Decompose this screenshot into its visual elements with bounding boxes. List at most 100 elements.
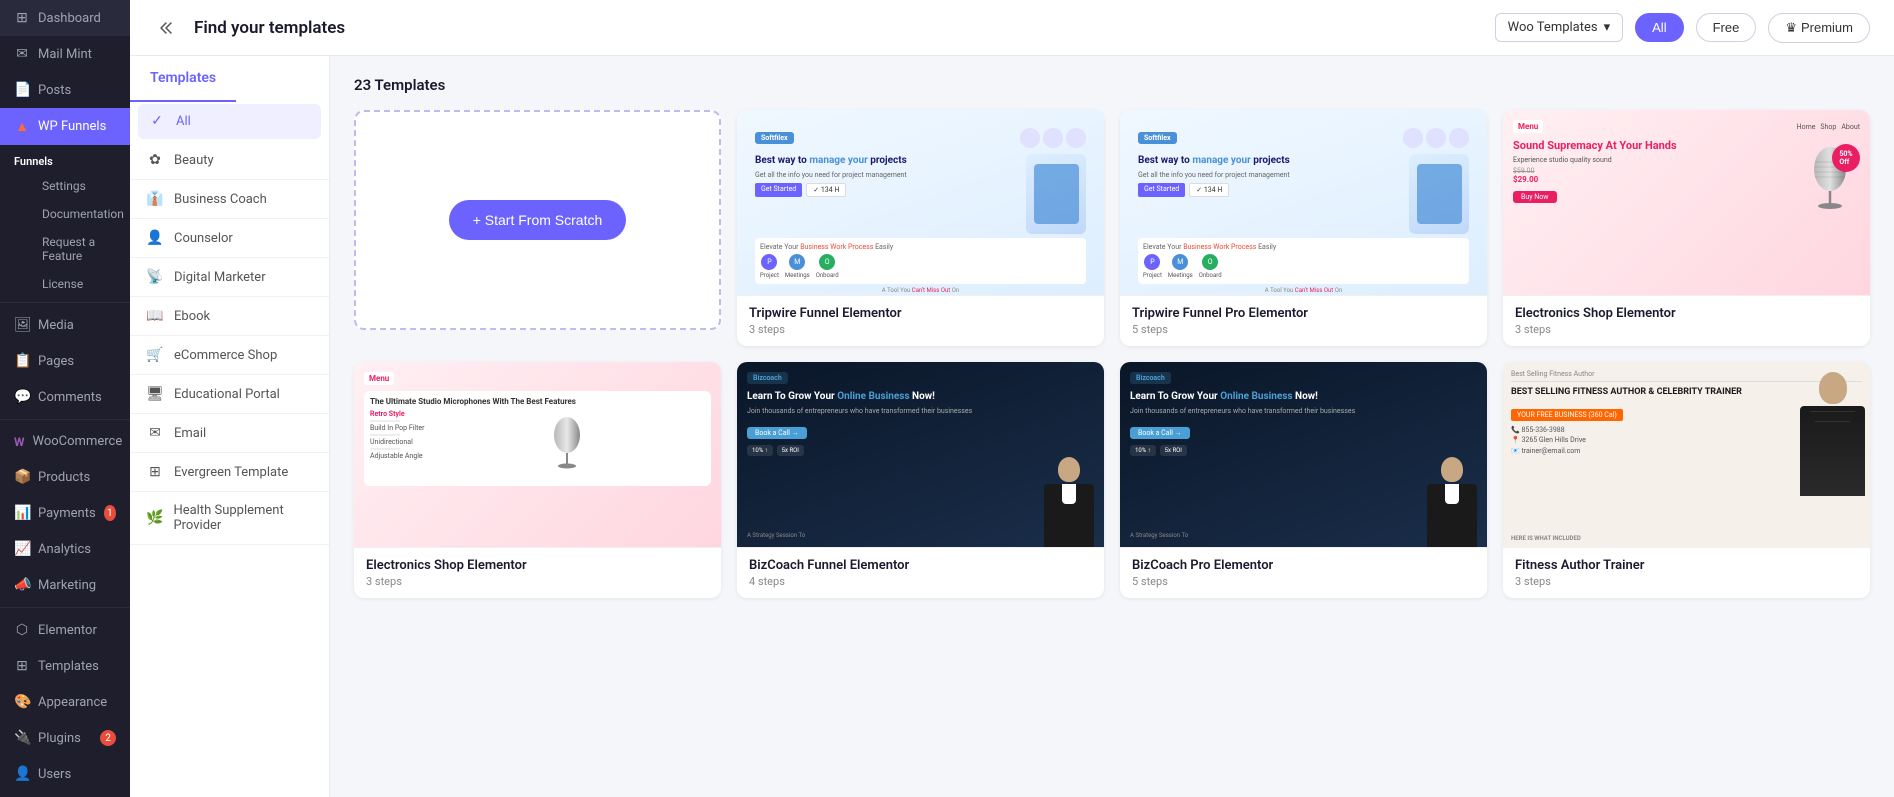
- category-label: Health Supplement Provider: [173, 503, 313, 533]
- sidebar-toggle-button[interactable]: [154, 14, 182, 42]
- sidebar-item-templates[interactable]: ⊞ Templates: [0, 648, 130, 684]
- sidebar-item-products[interactable]: 📦 Products: [0, 459, 130, 495]
- sidebar-item-analytics[interactable]: 📈 Analytics: [0, 531, 130, 567]
- appearance-icon: 🎨: [14, 694, 30, 710]
- divider3: [0, 607, 130, 608]
- template-card-tripwire-pro[interactable]: Softfilex Best way to mana: [1120, 110, 1487, 346]
- educational-portal-icon: 🖥: [146, 386, 164, 402]
- category-label: Beauty: [174, 153, 214, 168]
- sidebar-item-elementor[interactable]: ⬡ Elementor: [0, 612, 130, 648]
- sidebar: ⊞ Dashboard ✉ Mail Mint 📄 Posts ▲ WP Fun…: [0, 0, 130, 797]
- category-ecommerce-shop[interactable]: 🛒 eCommerce Shop: [130, 336, 329, 375]
- category-health-supplement[interactable]: 🌿 Health Supplement Provider: [130, 492, 329, 545]
- template-card-electronics-row2[interactable]: Menu The Ultimate Studio Microphones Wit…: [354, 362, 721, 598]
- sidebar-item-label: Elementor: [38, 623, 97, 638]
- sidebar-item-marketing[interactable]: 📣 Marketing: [0, 567, 130, 603]
- sidebar-item-label: Plugins: [38, 731, 81, 746]
- sidebar-item-label: WP Funnels: [38, 119, 106, 134]
- main-content: Find your templates Woo Templates ▾ All …: [130, 0, 1894, 797]
- email-icon: ✉: [146, 425, 164, 441]
- sidebar-item-appearance[interactable]: 🎨 Appearance: [0, 684, 130, 720]
- sidebar-item-label: Mail Mint: [38, 47, 92, 62]
- category-label: Evergreen Template: [174, 465, 288, 480]
- category-ebook[interactable]: 📖 Ebook: [130, 297, 329, 336]
- card-info: Tripwire Funnel Elementor 3 steps: [737, 295, 1104, 346]
- sidebar-item-media[interactable]: 🖼 Media: [0, 307, 130, 343]
- category-label: Educational Portal: [174, 387, 280, 402]
- card-image-fitness: Best Selling Fitness Author BEST SELLING…: [1503, 362, 1870, 547]
- funnels-section: Funnels: [0, 145, 130, 172]
- card-title: BizCoach Pro Elementor: [1132, 558, 1475, 573]
- business-coach-icon: 👔: [146, 191, 164, 207]
- category-counselor[interactable]: 👤 Counselor: [130, 219, 329, 258]
- template-card-bizcoach-2[interactable]: Bizcoach Learn To Grow Your Online Busin…: [1120, 362, 1487, 598]
- start-from-scratch-button[interactable]: + Start From Scratch: [449, 200, 627, 240]
- sidebar-item-wp-funnels[interactable]: ▲ WP Funnels: [0, 108, 130, 145]
- dropdown-label: Woo Templates: [1508, 20, 1598, 35]
- category-all[interactable]: ✓ All: [138, 104, 321, 139]
- sidebar-item-dashboard[interactable]: ⊞ Dashboard: [0, 0, 130, 36]
- category-evergreen[interactable]: ⊞ Evergreen Template: [130, 453, 329, 492]
- card-info-bizcoach-1: BizCoach Funnel Elementor 4 steps: [737, 547, 1104, 598]
- payments-icon: 📊: [14, 505, 30, 521]
- card-title: Tripwire Funnel Pro Elementor: [1132, 306, 1475, 321]
- category-educational-portal[interactable]: 🖥 Educational Portal: [130, 375, 329, 414]
- tripwire-preview: Softfilex Best way to mana: [737, 110, 1104, 295]
- sidebar-item-pages[interactable]: 📋 Pages: [0, 343, 130, 379]
- category-business-coach[interactable]: 👔 Business Coach: [130, 180, 329, 219]
- funnels-submenu: Settings Documentation Request a Feature…: [0, 172, 130, 298]
- sidebar-item-label: Users: [38, 767, 71, 782]
- card-steps: 5 steps: [1132, 575, 1475, 588]
- filter-premium-button[interactable]: ♛ Premium: [1768, 13, 1870, 43]
- sidebar-item-license[interactable]: License: [28, 270, 130, 298]
- sidebar-item-label: WooCommerce: [33, 434, 123, 449]
- ecommerce-icon: 🛒: [146, 347, 164, 363]
- card-image-tripwire: Softfilex Best way to mana: [737, 110, 1104, 295]
- sidebar-item-label: Media: [38, 318, 74, 333]
- category-email[interactable]: ✉ Email: [130, 414, 329, 453]
- category-beauty[interactable]: ✿ Beauty: [130, 141, 329, 180]
- template-grid: + Start From Scratch Softfilex: [354, 110, 1870, 598]
- posts-icon: 📄: [14, 82, 30, 98]
- sidebar-item-comments[interactable]: 💬 Comments: [0, 379, 130, 415]
- check-icon: ✓: [148, 113, 166, 129]
- template-card-bizcoach-1[interactable]: Bizcoach Learn To Grow Your Online Busin…: [737, 362, 1104, 598]
- template-card-electronics[interactable]: Menu Home Shop About Sound Supremacy At …: [1503, 110, 1870, 346]
- filter-all-button[interactable]: All: [1635, 13, 1683, 42]
- woocommerce-icon: W: [14, 435, 25, 449]
- sidebar-item-users[interactable]: 👤 Users: [0, 756, 130, 792]
- comments-icon: 💬: [14, 389, 30, 405]
- sidebar-item-posts[interactable]: 📄 Posts: [0, 72, 130, 108]
- beauty-icon: ✿: [146, 152, 164, 168]
- templates-tab[interactable]: Templates: [130, 56, 236, 102]
- card-title: Fitness Author Trainer: [1515, 558, 1858, 573]
- sidebar-item-label: Marketing: [38, 578, 96, 593]
- template-card-tripwire[interactable]: Softfilex Best way to mana: [737, 110, 1104, 346]
- card-steps: 3 steps: [1515, 575, 1858, 588]
- card-steps: 3 steps: [749, 323, 1092, 336]
- template-type-dropdown[interactable]: Woo Templates ▾: [1495, 13, 1623, 42]
- sidebar-item-request-feature[interactable]: Request a Feature: [28, 228, 130, 270]
- filter-free-button[interactable]: Free: [1696, 13, 1757, 42]
- card-image-bizcoach-1: Bizcoach Learn To Grow Your Online Busin…: [737, 362, 1104, 547]
- card-image-elec-row2: Menu The Ultimate Studio Microphones Wit…: [354, 362, 721, 547]
- sidebar-item-label: Pages: [38, 354, 74, 369]
- scratch-card[interactable]: + Start From Scratch: [354, 110, 721, 330]
- sidebar-item-woocommerce[interactable]: W WooCommerce: [0, 424, 130, 459]
- sidebar-item-payments[interactable]: 📊 Payments 1: [0, 495, 130, 531]
- card-steps: 3 steps: [1515, 323, 1858, 336]
- page-title: Find your templates: [194, 18, 1495, 38]
- sidebar-item-plugins[interactable]: 🔌 Plugins 2: [0, 720, 130, 756]
- body-area: Templates ✓ All ✿ Beauty 👔 Business Coac…: [130, 56, 1894, 797]
- card-title: Tripwire Funnel Elementor: [749, 306, 1092, 321]
- sidebar-item-label: Products: [38, 470, 90, 485]
- template-card-fitness[interactable]: Best Selling Fitness Author BEST SELLING…: [1503, 362, 1870, 598]
- sidebar-item-mail-mint[interactable]: ✉ Mail Mint: [0, 36, 130, 72]
- card-info-elec-row2: Electronics Shop Elementor 3 steps: [354, 547, 721, 598]
- card-image-tripwire-pro: Softfilex Best way to mana: [1120, 110, 1487, 295]
- category-digital-marketer[interactable]: 📡 Digital Marketer: [130, 258, 329, 297]
- sidebar-item-settings[interactable]: Settings: [28, 172, 130, 200]
- dashboard-icon: ⊞: [14, 10, 30, 26]
- sidebar-item-documentation[interactable]: Documentation: [28, 200, 130, 228]
- card-steps: 5 steps: [1132, 323, 1475, 336]
